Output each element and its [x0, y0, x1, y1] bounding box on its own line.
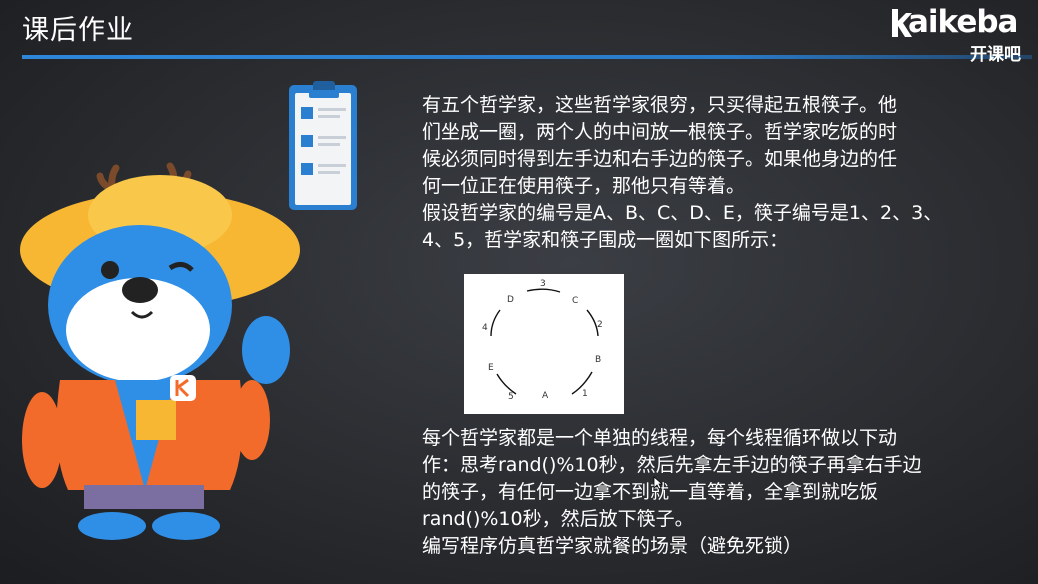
- problem-line: 们坐成一圈，两个人的中间放一根筷子。哲学家吃饭的时: [422, 121, 898, 143]
- task-line: 编写程序仿真哲学家就餐的场景（避免死锁）: [422, 535, 803, 557]
- philosopher-label: C: [572, 296, 578, 306]
- philosopher-label: A: [542, 391, 549, 401]
- chopstick-3-arc: [526, 288, 561, 293]
- task-line: 的筷子，有任何一边拿不到就一直等着，全拿到就吃饭: [422, 481, 879, 503]
- chopstick-label: 4: [482, 323, 488, 333]
- chopstick-label: 3: [540, 279, 546, 289]
- task-description: 每个哲学家都是一个单独的线程，每个线程循环做以下动 作：思考rand()%10秒…: [422, 425, 1022, 560]
- chopstick-5-arc: [496, 373, 517, 395]
- chopstick-label: 1: [582, 389, 588, 399]
- problem-line: 何一位正在使用筷子，那他只有等着。: [422, 175, 746, 197]
- problem-line: 假设哲学家的编号是A、B、C、D、E，筷子编号是1、2、3、: [422, 202, 943, 224]
- chopstick-4-arc: [490, 309, 501, 337]
- mouse-cursor-icon: [653, 476, 663, 490]
- problem-description: 有五个哲学家，这些哲学家很穷，只买得起五根筷子。他 们坐成一圈，两个人的中间放一…: [422, 92, 1022, 254]
- problem-line: 候必须同时得到左手边和右手边的筷子。如果他身边的任: [422, 148, 898, 170]
- philosopher-label: E: [488, 363, 494, 373]
- slide-title: 课后作业: [22, 15, 134, 46]
- task-line: 作：思考rand()%10秒，然后先拿左手边的筷子再拿右手边: [422, 454, 922, 476]
- philosopher-label: D: [507, 295, 514, 305]
- title-underline: [22, 55, 1032, 59]
- logo-subtitle: 开课吧: [970, 45, 1021, 65]
- problem-line: 有五个哲学家，这些哲学家很穷，只买得起五根筷子。他: [422, 94, 898, 116]
- philosophers-circle-figure: 3 2 1 5 4 D C B A E: [482, 279, 603, 402]
- logo-wordmark: aikeba: [908, 4, 1018, 40]
- task-line: 每个哲学家都是一个单独的线程，每个线程循环做以下动: [422, 427, 898, 449]
- chopstick-label: 2: [597, 320, 603, 330]
- brand-logo: aikeba 开课吧: [890, 2, 1036, 65]
- philosophers-diagram: 3 2 1 5 4 D C B A E: [464, 274, 624, 414]
- bear-mascot-illustration: [20, 162, 300, 540]
- task-line: rand()%10秒，然后放下筷子。: [422, 508, 694, 530]
- philosopher-label: B: [595, 355, 601, 365]
- problem-line: 4、5，哲学家和筷子围成一圈如下图所示：: [422, 229, 789, 251]
- chopstick-label: 5: [508, 392, 514, 402]
